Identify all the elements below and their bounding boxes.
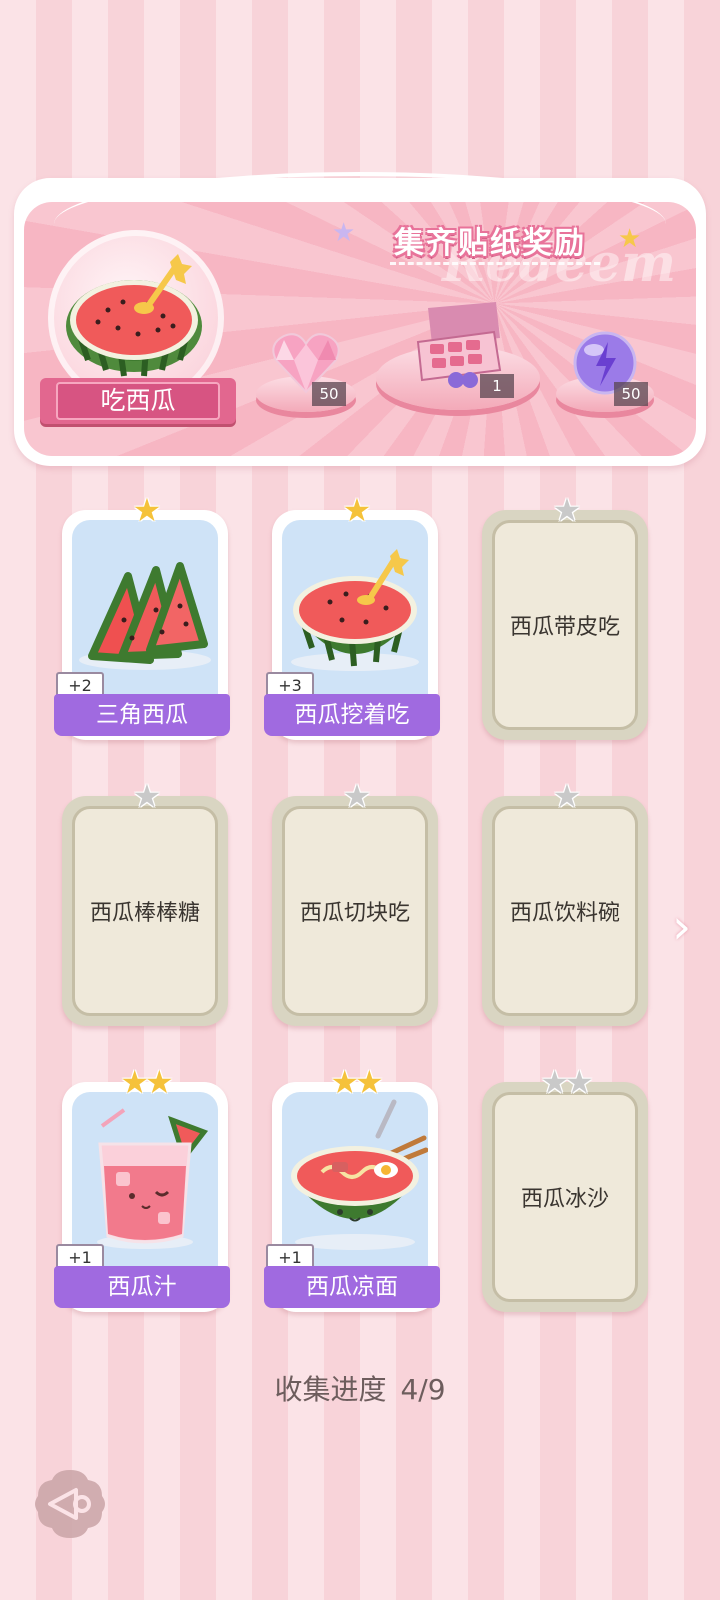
card-art-locked: 西瓜饮料碗	[492, 806, 638, 1016]
gray-star-icon: ★	[552, 777, 582, 815]
card-name: 西瓜挖着吃	[264, 694, 440, 736]
reward-count-3: 50	[614, 382, 648, 406]
gray-star-icon: ★	[565, 1063, 594, 1101]
sticker-card-3[interactable]: 西瓜带皮吃 ★	[482, 492, 652, 740]
card-name: 西瓜凉面	[264, 1266, 440, 1308]
progress-value: 4/9	[400, 1373, 446, 1406]
card-name: 三角西瓜	[54, 694, 230, 736]
watermelon-juice-icon	[97, 1108, 209, 1249]
title-underline	[390, 262, 600, 269]
card-art-locked: 西瓜切块吃	[282, 806, 428, 1016]
gold-star-icon: ★	[132, 491, 162, 529]
card-name: 西瓜带皮吃	[509, 615, 620, 640]
gray-star-icon: ★	[540, 1063, 569, 1101]
card-name: 西瓜棒棒糖	[89, 901, 200, 926]
card-stars: ★	[62, 778, 228, 814]
gold-star-icon: ★	[330, 1063, 359, 1101]
watermelon-half-spoon-icon	[291, 549, 419, 671]
progress-label: 收集进度	[274, 1373, 387, 1406]
banner-top-arc	[54, 172, 666, 224]
card-stars: ★	[272, 492, 438, 528]
sticker-card-4[interactable]: 西瓜棒棒糖 ★	[62, 778, 232, 1026]
card-stars: ★	[482, 492, 648, 528]
card-stars: ★	[272, 778, 438, 814]
sticker-card-6[interactable]: 西瓜饮料碗 ★	[482, 778, 652, 1026]
card-name: 西瓜切块吃	[299, 901, 410, 926]
sticker-card-7[interactable]: ★★ +1 西瓜汁	[54, 1064, 232, 1312]
sticker-card-1[interactable]: ★ +2 三角西瓜	[54, 492, 232, 740]
gold-star-icon: ★	[120, 1063, 149, 1101]
gold-star-icon: ★	[342, 491, 372, 529]
card-stars: ★	[482, 778, 648, 814]
card-stars: ★★	[272, 1064, 438, 1100]
chevron-right-icon[interactable]: ›	[672, 900, 706, 954]
reward-count-2: 1	[480, 374, 514, 398]
reward-count-1: 50	[312, 382, 346, 406]
card-name: 西瓜饮料碗	[509, 901, 620, 926]
sticker-card-8[interactable]: ★★ +1 西瓜凉面	[264, 1064, 442, 1312]
main-item-ribbon: 吃西瓜	[40, 378, 236, 424]
card-stars: ★	[62, 492, 228, 528]
purple-star-icon: ★	[332, 218, 356, 248]
sticker-card-9[interactable]: 西瓜冰沙 ★★	[482, 1064, 652, 1312]
collection-progress: 收集进度 4/9	[0, 1368, 720, 1408]
card-stars: ★★	[62, 1064, 228, 1100]
gold-star-icon: ★	[355, 1063, 384, 1101]
back-icon	[35, 1470, 105, 1538]
watermelon-noodles-icon	[291, 1099, 429, 1250]
card-art-locked: 西瓜棒棒糖	[72, 806, 218, 1016]
gray-star-icon: ★	[552, 491, 582, 529]
back-button[interactable]	[32, 1466, 108, 1542]
card-art-locked: 西瓜带皮吃	[492, 520, 638, 730]
watermelon-slices-icon	[79, 562, 211, 670]
sticker-card-5[interactable]: 西瓜切块吃 ★	[272, 778, 442, 1026]
card-name: 西瓜冰沙	[520, 1187, 609, 1212]
card-name: 西瓜汁	[54, 1266, 230, 1308]
gold-star-icon: ★	[145, 1063, 174, 1101]
card-art-locked: 西瓜冰沙	[492, 1092, 638, 1302]
main-item-label: 吃西瓜	[56, 382, 220, 420]
gray-star-icon: ★	[132, 777, 162, 815]
banner-title: 集齐贴纸奖励	[394, 226, 586, 261]
sticker-card-2[interactable]: ★ +3 西瓜挖着吃	[264, 492, 442, 740]
card-stars: ★★	[482, 1064, 648, 1100]
gray-star-icon: ★	[342, 777, 372, 815]
yellow-star-icon: ★	[618, 224, 642, 254]
